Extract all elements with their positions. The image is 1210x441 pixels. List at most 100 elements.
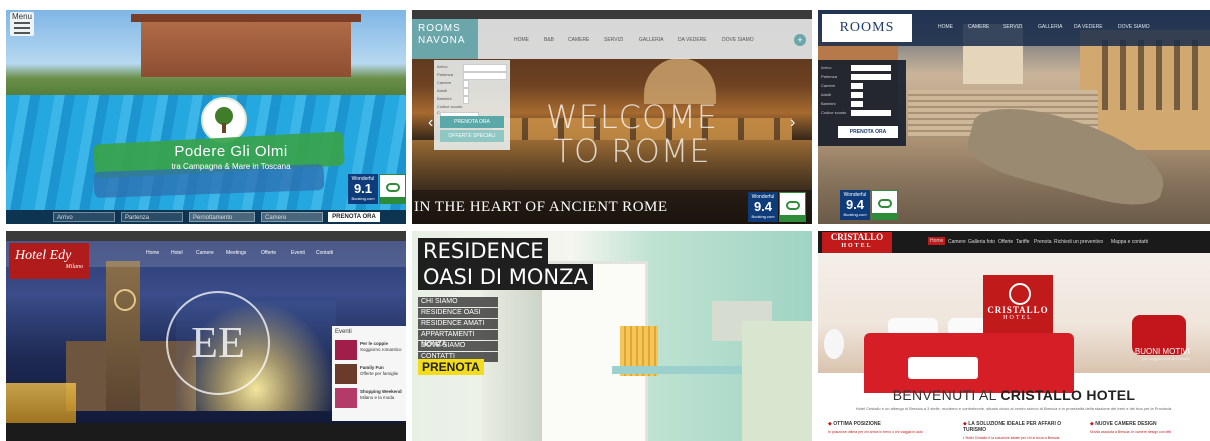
clock-tower-image <box>106 261 140 411</box>
nav-dove-siamo[interactable]: DOVE SIAMO <box>1118 24 1150 30</box>
menu-item-residence-oasi[interactable]: RESIDENCE OASI <box>418 308 498 318</box>
nav-camere[interactable]: CAMERE <box>968 24 989 30</box>
rooms-select[interactable]: Camere <box>261 212 323 222</box>
events-panel: Eventi Per le coppie Soggiorno romantico … <box>332 326 406 421</box>
checkout-field[interactable]: Partenza <box>121 212 183 222</box>
menu-item-chi-siamo[interactable]: CHI SIAMO <box>418 297 498 307</box>
form-row-partenza[interactable]: Partenza <box>821 74 903 81</box>
form-row-arrivo[interactable]: Arrivo <box>437 64 507 72</box>
nav-camere[interactable]: CAMERE <box>568 37 589 43</box>
flower-vase <box>824 329 844 359</box>
form-row-codice[interactable]: Codice sconto <box>821 110 903 117</box>
book-now-button[interactable]: PRENOTA ORA <box>440 116 504 128</box>
menu-item-appartamenti[interactable]: APPARTAMENTI MONZA <box>418 330 498 348</box>
cristallo-logo[interactable]: CRISTALLO HOTEL <box>822 232 892 254</box>
nav-mappa[interactable]: Mappa e contatti <box>1111 239 1148 245</box>
nav-camere[interactable]: Camere <box>196 250 214 256</box>
promo-subtitle: per soggiornare al Cristallo <box>1142 356 1190 361</box>
booking-score: Wonderful 9.4 Booking.com <box>748 192 778 222</box>
nav-home[interactable]: HOME <box>938 24 953 30</box>
book-now-button[interactable]: PRENOTA ORA <box>328 212 380 222</box>
welcome-headline: WELCOME TO ROME <box>545 98 719 170</box>
event-item[interactable]: Shopping Weekend Milano e la moda <box>335 388 405 408</box>
booking-rating-badge[interactable]: Wonderful 9.4 Booking.com <box>748 192 806 222</box>
horse-icon <box>1009 283 1031 305</box>
nav-galleria[interactable]: Galleria foto <box>968 239 995 245</box>
nav-galleria[interactable]: GALLERIA <box>639 37 663 43</box>
nav-da-vedere[interactable]: DA VEDERE <box>1074 24 1103 30</box>
plus-icon[interactable]: + <box>794 34 806 46</box>
book-button[interactable]: PRENOTA <box>418 359 484 375</box>
tripadvisor-icon <box>871 190 898 220</box>
nav-camere[interactable]: Camere <box>948 239 966 245</box>
form-row-arrivo[interactable]: Arrivo <box>821 65 903 72</box>
screenshot-cristallo-hotel: Home Camere Galleria foto Offerte Tariff… <box>818 231 1210 441</box>
nav-home[interactable]: Home <box>928 237 946 245</box>
nav-bnb[interactable]: B&B <box>544 37 554 43</box>
event-item[interactable]: Family Fun Offerte per famiglie <box>335 364 405 384</box>
brand-tagline: tra Campagna & Mare in Toscana <box>171 162 291 171</box>
nav-home[interactable]: Home <box>146 250 159 256</box>
prev-arrow-icon[interactable]: ‹ <box>428 114 433 132</box>
nav-home[interactable]: HOME <box>514 37 529 43</box>
contact-bar <box>6 231 406 241</box>
form-row-bambini[interactable]: Bambini <box>821 101 903 108</box>
event-item[interactable]: Per le coppie Soggiorno romantico <box>335 340 405 360</box>
events-title: Eventi <box>335 329 352 335</box>
towel-image <box>908 357 978 379</box>
nav-contatti[interactable]: Contatti <box>316 250 333 256</box>
booking-score: Wonderful 9.1 Booking.com <box>348 174 378 204</box>
nav-preventivo[interactable]: Richiedi un preventivo <box>1054 239 1103 245</box>
form-row-partenza[interactable]: Partenza <box>437 72 507 80</box>
nights-select[interactable]: Pernottamento <box>189 212 255 222</box>
menu-item-residence-amati[interactable]: RESIDENCE AMATI <box>418 319 498 329</box>
hotel-edy-logo[interactable]: Hotel Edy Milano <box>9 243 89 279</box>
feature-design-rooms: NUOVE CAMERE DESIGNNovità assoluta a Bre… <box>1090 421 1210 434</box>
special-offers-button[interactable]: OFFERTE SPECIALI <box>440 130 504 142</box>
promo-title[interactable]: BUONI MOTIVI <box>1135 347 1190 356</box>
nav-servizi[interactable]: SERVIZI <box>1003 24 1022 30</box>
nav-tariffe[interactable]: Tariffe <box>1016 239 1030 245</box>
site-title-line1: RESIDENCE <box>418 238 549 264</box>
welcome-heading: BENVENUTI AL CRISTALLO HOTEL <box>892 387 1136 403</box>
menu-item-dove-siamo[interactable]: DOVE SIAMO <box>418 341 498 351</box>
cathedral-image <box>6 383 76 423</box>
nav-hotel[interactable]: Hotel <box>171 250 183 256</box>
next-arrow-icon[interactable]: › <box>790 114 795 132</box>
book-now-button[interactable]: PRENOTA ORA <box>838 126 898 138</box>
hero-subtitle: IN THE HEART OF ANCIENT ROME <box>414 199 668 215</box>
nav-da-vedere[interactable]: DA VEDERE <box>678 37 707 43</box>
nav-eventi[interactable]: Eventi <box>291 250 305 256</box>
nav-servizi[interactable]: SERVIZI <box>604 37 623 43</box>
booking-rating-badge[interactable]: Wonderful 9.1 Booking.com <box>348 174 406 204</box>
tripadvisor-icon <box>779 192 806 222</box>
booking-rating-badge[interactable]: Wonderful 9.4 Booking.com <box>840 190 898 220</box>
site-title-line2: OASI DI MONZA <box>418 264 593 290</box>
screenshot-residence-oasi-di-monza: RESIDENCE OASI DI MONZA CHI SIAMO RESIDE… <box>412 231 812 441</box>
screenshot-hotel-edy: Home Hotel Camere Meetings Offerte Event… <box>6 231 406 441</box>
form-row-bambini[interactable]: Bambini <box>437 96 507 104</box>
nav-dove-siamo[interactable]: DOVE SIAMO <box>722 37 754 43</box>
booking-score: Wonderful 9.4 Booking.com <box>840 190 870 220</box>
nav-meetings[interactable]: Meetings <box>226 250 246 256</box>
nav-offerte[interactable]: Offerte <box>998 239 1013 245</box>
form-row-adulti[interactable]: Adulti <box>821 92 903 99</box>
booking-bar: Arrivo Partenza Pernottamento Camere PRE… <box>6 210 406 224</box>
form-row-camere[interactable]: Camere <box>821 83 903 90</box>
intro-text: Hotel Cristallo è un albergo di Brescia … <box>855 406 1173 411</box>
rooms-logo[interactable]: ROOMS <box>822 14 912 42</box>
hamburger-icon <box>14 22 30 34</box>
feature-position: OTTIMA POSIZIONEIn posizione ottima per … <box>828 421 948 434</box>
table-image <box>612 366 742 374</box>
form-row-adulti[interactable]: Adulti <box>437 88 507 96</box>
checkin-field[interactable]: Arrivo <box>53 212 115 222</box>
nav-offerte[interactable]: Offerte <box>261 250 276 256</box>
rooms-navona-logo[interactable]: ROOMS NAVONA <box>412 19 478 59</box>
nav-prenota[interactable]: Prenota <box>1034 239 1052 245</box>
hotel-sign: CRISTALLO HOTEL <box>983 275 1053 333</box>
form-row-camere[interactable]: Camere <box>437 80 507 88</box>
screenshot-podere-gli-olmi: Menu Podere Gli Olmi tra Campagna & Mare… <box>6 10 406 224</box>
menu-button[interactable]: Menu <box>10 12 34 36</box>
side-menu: CHI SIAMO RESIDENCE OASI RESIDENCE AMATI… <box>418 297 498 363</box>
nav-galleria[interactable]: GALLERIA <box>1038 24 1062 30</box>
